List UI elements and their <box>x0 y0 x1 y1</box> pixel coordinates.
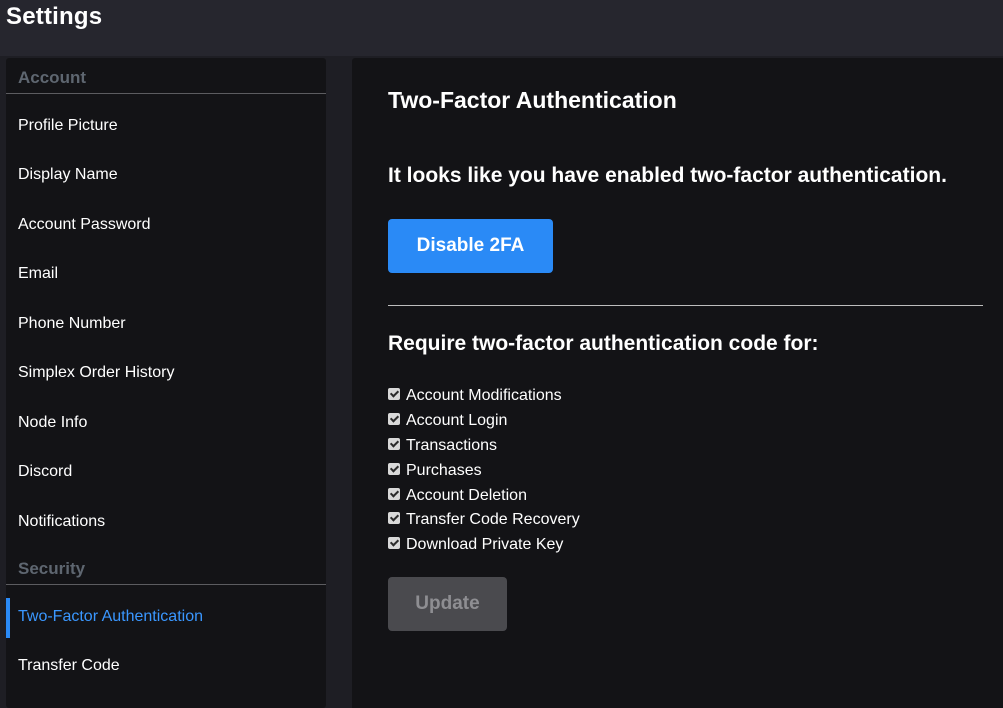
settings-sidebar: Account Profile Picture Display Name Acc… <box>6 58 326 708</box>
sidebar-item-account-password[interactable]: Account Password <box>6 206 326 246</box>
checkbox-checked[interactable] <box>388 512 400 525</box>
checkbox-checked[interactable] <box>388 437 400 450</box>
sidebar-item-notifications[interactable]: Notifications <box>6 503 326 543</box>
sidebar-item-label: Simplex Order History <box>18 364 175 381</box>
section-header-account: Account <box>6 58 326 94</box>
sidebar-item-display-name[interactable]: Display Name <box>6 156 326 196</box>
require-2fa-options: Account Modifications Account Login Tran… <box>388 384 580 558</box>
option-label: Purchases <box>406 461 482 479</box>
two-factor-panel: Two-Factor Authentication It looks like … <box>352 58 1003 708</box>
sidebar-item-node-info[interactable]: Node Info <box>6 404 326 444</box>
option-label: Download Private Key <box>406 536 564 554</box>
sidebar-item-simplex-order-history[interactable]: Simplex Order History <box>6 354 326 394</box>
sidebar-item-transfer-code[interactable]: Transfer Code <box>6 647 326 687</box>
section-header-security: Security <box>6 549 326 585</box>
checkbox-checked[interactable] <box>388 413 400 426</box>
sidebar-item-label: Node Info <box>18 414 88 431</box>
option-label: Account Deletion <box>406 486 527 504</box>
sidebar-item-label: Display Name <box>18 166 118 183</box>
sidebar-item-label: Notifications <box>18 513 106 530</box>
option-account-login[interactable]: Account Login <box>388 409 580 434</box>
page-header: Settings <box>0 0 1003 56</box>
section-header-label: Security <box>18 559 86 578</box>
panel-title: Two-Factor Authentication <box>388 87 677 113</box>
page-title: Settings <box>6 3 103 30</box>
sidebar-item-discord[interactable]: Discord <box>6 453 326 493</box>
section-divider <box>388 305 983 306</box>
option-transactions[interactable]: Transactions <box>388 434 580 459</box>
option-label: Transfer Code Recovery <box>406 511 580 529</box>
option-account-deletion[interactable]: Account Deletion <box>388 483 580 508</box>
checkbox-checked[interactable] <box>388 388 400 401</box>
two-factor-status-text: It looks like you have enabled two-facto… <box>388 164 947 187</box>
option-label: Account Login <box>406 412 508 430</box>
option-account-modifications[interactable]: Account Modifications <box>388 384 580 409</box>
sidebar-item-profile-picture[interactable]: Profile Picture <box>6 107 326 147</box>
checkbox-checked[interactable] <box>388 537 400 550</box>
sidebar-item-label: Two-Factor Authentication <box>18 608 203 625</box>
sidebar-item-email[interactable]: Email <box>6 255 326 295</box>
sidebar-item-label: Account Password <box>18 216 151 233</box>
option-download-private-key[interactable]: Download Private Key <box>388 533 580 558</box>
update-button[interactable]: Update <box>388 577 507 631</box>
require-2fa-heading: Require two-factor authentication code f… <box>388 332 819 355</box>
option-label: Transactions <box>406 436 497 454</box>
checkbox-checked[interactable] <box>388 462 400 475</box>
sidebar-item-two-factor-authentication[interactable]: Two-Factor Authentication <box>6 598 326 638</box>
disable-2fa-button[interactable]: Disable 2FA <box>388 219 553 273</box>
sidebar-item-label: Discord <box>18 463 73 480</box>
sidebar-item-phone-number[interactable]: Phone Number <box>6 305 326 345</box>
sidebar-item-label: Profile Picture <box>18 117 118 134</box>
sidebar-item-label: Transfer Code <box>18 657 120 674</box>
section-header-label: Account <box>18 68 86 87</box>
option-label: Account Modifications <box>406 387 562 405</box>
option-purchases[interactable]: Purchases <box>388 458 580 483</box>
checkbox-checked[interactable] <box>388 487 400 500</box>
option-transfer-code-recovery[interactable]: Transfer Code Recovery <box>388 508 580 533</box>
sidebar-item-label: Email <box>18 265 59 282</box>
sidebar-item-label: Phone Number <box>18 315 126 332</box>
